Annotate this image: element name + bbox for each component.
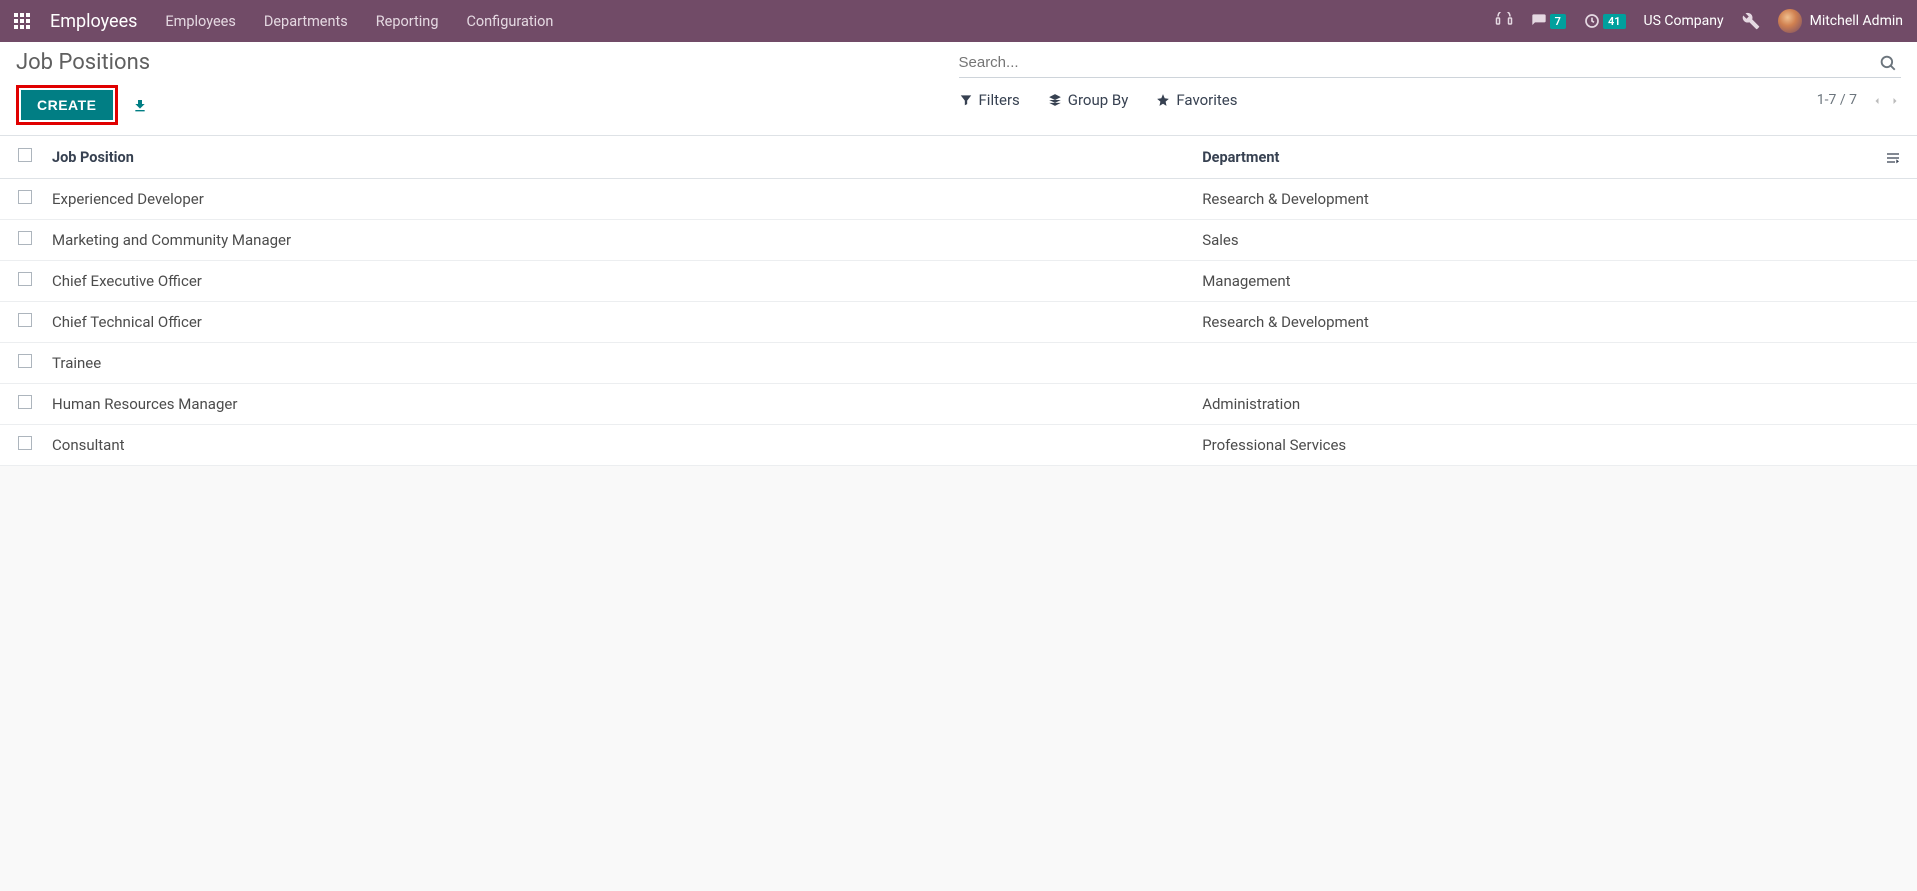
user-name: Mitchell Admin [1810, 13, 1903, 29]
pager-prev-button[interactable] [1871, 90, 1883, 109]
row-checkbox[interactable] [18, 436, 32, 450]
nav-menu: Employees Departments Reporting Configur… [165, 13, 553, 30]
filters-button[interactable]: Filters [959, 91, 1020, 109]
favorites-button[interactable]: Favorites [1156, 91, 1237, 109]
debug-icon[interactable] [1742, 12, 1760, 30]
cell-department: Research & Development [1192, 302, 1875, 343]
select-all-checkbox[interactable] [18, 148, 32, 162]
table-row[interactable]: Marketing and Community ManagerSales [0, 220, 1917, 261]
row-checkbox[interactable] [18, 354, 32, 368]
messages-icon[interactable]: 7 [1531, 13, 1566, 29]
nav-item-reporting[interactable]: Reporting [376, 13, 439, 30]
cell-position: Experienced Developer [42, 179, 1192, 220]
avatar [1778, 9, 1802, 33]
nav-item-configuration[interactable]: Configuration [466, 13, 553, 30]
highlight-annotation: CREATE [16, 85, 118, 125]
table-row[interactable]: Chief Technical OfficerResearch & Develo… [0, 302, 1917, 343]
cell-position: Chief Technical Officer [42, 302, 1192, 343]
import-button[interactable] [132, 96, 148, 115]
cell-position: Consultant [42, 425, 1192, 466]
table-row[interactable]: Chief Executive OfficerManagement [0, 261, 1917, 302]
pager-text[interactable]: 1-7 / 7 [1817, 92, 1857, 108]
cell-position: Trainee [42, 343, 1192, 384]
user-menu[interactable]: Mitchell Admin [1778, 9, 1903, 33]
cell-department: Administration [1192, 384, 1875, 425]
activities-icon[interactable]: 41 [1584, 13, 1626, 29]
messages-badge: 7 [1550, 14, 1566, 29]
column-header-department[interactable]: Department [1192, 136, 1875, 179]
row-checkbox[interactable] [18, 272, 32, 286]
nav-item-employees[interactable]: Employees [165, 13, 235, 30]
row-checkbox[interactable] [18, 313, 32, 327]
search-bar [959, 50, 1902, 78]
apps-icon[interactable] [14, 13, 30, 29]
row-checkbox[interactable] [18, 190, 32, 204]
column-header-position[interactable]: Job Position [42, 136, 1192, 179]
breadcrumb: Job Positions [16, 50, 959, 75]
row-checkbox[interactable] [18, 231, 32, 245]
top-navbar: Employees Employees Departments Reportin… [0, 0, 1917, 42]
table-row[interactable]: Experienced DeveloperResearch & Developm… [0, 179, 1917, 220]
app-title: Employees [50, 11, 137, 32]
table-row[interactable]: Human Resources ManagerAdministration [0, 384, 1917, 425]
company-selector[interactable]: US Company [1644, 13, 1724, 29]
optional-columns-icon[interactable] [1885, 148, 1901, 165]
control-panel: Job Positions CREATE [0, 42, 1917, 136]
cell-position: Human Resources Manager [42, 384, 1192, 425]
cell-department: Research & Development [1192, 179, 1875, 220]
search-icon[interactable] [1875, 54, 1901, 72]
cell-position: Chief Executive Officer [42, 261, 1192, 302]
cell-department [1192, 343, 1875, 384]
job-positions-table: Job Position Department Experienced Deve… [0, 136, 1917, 466]
cell-department: Management [1192, 261, 1875, 302]
activities-badge: 41 [1603, 14, 1626, 29]
table-row[interactable]: ConsultantProfessional Services [0, 425, 1917, 466]
row-checkbox[interactable] [18, 395, 32, 409]
cell-department: Sales [1192, 220, 1875, 261]
groupby-label: Group By [1068, 91, 1129, 109]
search-input[interactable] [959, 50, 1876, 75]
cell-position: Marketing and Community Manager [42, 220, 1192, 261]
phone-icon[interactable] [1495, 12, 1513, 30]
favorites-label: Favorites [1176, 91, 1237, 109]
create-button[interactable]: CREATE [21, 90, 113, 120]
list-view: Job Position Department Experienced Deve… [0, 136, 1917, 466]
table-row[interactable]: Trainee [0, 343, 1917, 384]
cell-department: Professional Services [1192, 425, 1875, 466]
filters-label: Filters [979, 91, 1020, 109]
nav-item-departments[interactable]: Departments [264, 13, 348, 30]
pager-next-button[interactable] [1889, 90, 1901, 109]
groupby-button[interactable]: Group By [1048, 91, 1129, 109]
